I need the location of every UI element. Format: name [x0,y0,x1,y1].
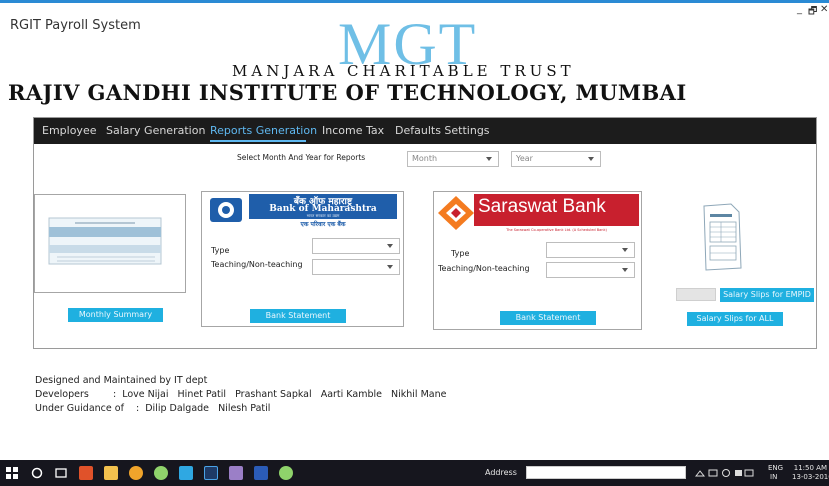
saraswat-type-select[interactable] [546,242,635,258]
saraswat-teaching-select[interactable] [546,262,635,278]
year-select-text: Year [516,154,533,163]
bank-of-maharashtra-card: बँक ऑफ महाराष्ट्र Bank of Maharashtra भा… [201,191,404,327]
bom-slogan: एक परिवार एक बैंक [300,221,346,228]
address-input[interactable] [526,466,686,479]
empid-input[interactable] [676,288,716,301]
language-code: ENG [768,464,784,472]
saraswat-type-label: Type [451,249,470,258]
monthly-summary-card[interactable] [34,194,186,293]
footer-developers: Developers : Love Nijai Hinet Patil Pras… [35,389,447,400]
bom-emblem-icon [210,198,242,222]
task-view-icon[interactable] [54,466,68,480]
chevron-down-icon [387,244,393,248]
search-icon[interactable] [30,466,44,480]
saraswat-subtitle: The Saraswat Co-operative Bank Ltd. (A S… [506,228,607,232]
bom-tagline: भारत सरकार का उद्यम [306,213,340,218]
month-select[interactable]: Month [407,151,499,167]
windows-start-icon[interactable] [5,466,19,480]
saraswat-bank-statement-button[interactable]: Bank Statement [500,311,596,325]
android-studio-icon[interactable] [154,466,168,480]
saraswat-logo-icon [438,196,474,230]
saraswat-bank-card: Saraswat Bank The Saraswat Co-operative … [433,191,642,330]
close-button[interactable]: ✕ [820,4,828,15]
system-tray-icons[interactable] [694,467,754,479]
active-tab-indicator [210,140,306,142]
tab-defaults-settings[interactable]: Defaults Settings [395,124,490,137]
tab-employee[interactable]: Employee [42,124,96,137]
salary-slips-empid-button[interactable]: Salary Slips for EMPID [720,288,814,302]
trust-name: MANJARA CHARITABLE TRUST [232,62,575,80]
minimize-button[interactable]: _ [797,4,802,15]
monthly-summary-thumbnail [48,217,162,265]
chevron-down-icon [387,265,393,269]
window-title: RGIT Payroll System [10,18,141,33]
footer-credit: Designed and Maintained by IT dept [35,375,208,386]
clock-time: 11:50 AM [793,464,827,472]
chevron-down-icon [622,268,628,272]
language-region: IN [770,473,778,481]
saraswat-bank-name: Saraswat Bank [478,196,606,217]
reports-panel: Employee Salary Generation Reports Gener… [33,117,817,349]
store-icon[interactable] [179,466,193,480]
tab-bar: Employee Salary Generation Reports Gener… [34,118,816,144]
address-label: Address [485,468,517,477]
taskbar: Address ENG IN 11:50 AM 13-03-2016 [0,460,829,486]
photoshop-icon[interactable] [204,466,218,480]
bom-type-select[interactable] [312,238,400,254]
footer-guidance: Under Guidance of : Dilip Dalgade Nilesh… [35,403,271,414]
clock[interactable]: 11:50 AM 13-03-2016 [792,464,829,482]
tab-reports-generation[interactable]: Reports Generation [210,124,317,137]
image-viewer-icon[interactable] [229,466,243,480]
office-app-icon[interactable] [79,466,93,480]
running-app-icon[interactable] [279,466,293,480]
report-period-label: Select Month And Year for Reports [237,153,366,162]
firefox-icon[interactable] [129,466,143,480]
monthly-summary-button[interactable]: Monthly Summary [68,308,163,322]
chevron-down-icon [622,248,628,252]
bom-bank-statement-button[interactable]: Bank Statement [250,309,346,323]
chevron-down-icon [588,157,594,161]
chevron-down-icon [486,157,492,161]
year-select[interactable]: Year [511,151,601,167]
window-top-border [0,0,829,3]
maximize-button[interactable]: 🗗 [808,4,817,21]
salary-slips-all-button[interactable]: Salary Slips for ALL [687,312,783,326]
tab-income-tax[interactable]: Income Tax [322,124,384,137]
tab-salary-generation[interactable]: Salary Generation [106,124,205,137]
month-select-text: Month [412,154,438,163]
file-explorer-icon[interactable] [104,466,118,480]
saraswat-teaching-label: Teaching/Non-teaching [438,264,530,273]
clock-date: 13-03-2016 [792,473,829,481]
word-icon[interactable] [254,466,268,480]
bom-type-label: Type [211,246,230,255]
institute-name: RAJIV GANDHI INSTITUTE OF TECHNOLOGY, MU… [8,80,687,105]
bom-logo-banner: बँक ऑफ महाराष्ट्र Bank of Maharashtra भा… [203,193,400,228]
payslip-document-icon[interactable] [701,202,745,272]
language-indicator[interactable]: ENG IN [768,464,783,482]
bom-teaching-select[interactable] [312,259,400,275]
bom-teaching-label: Teaching/Non-teaching [211,260,303,269]
